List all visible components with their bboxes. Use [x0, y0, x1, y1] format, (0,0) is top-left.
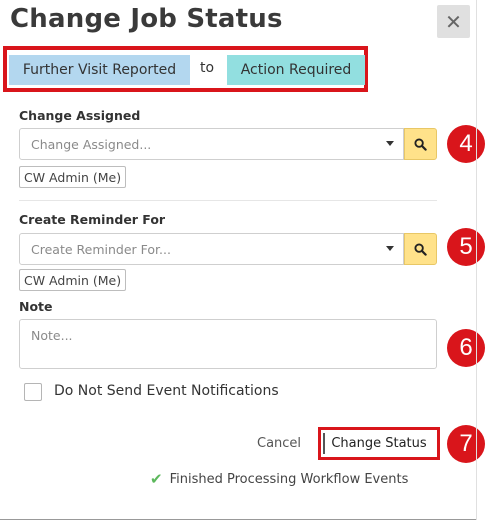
create-reminder-select[interactable]: Create Reminder For... [19, 233, 404, 265]
reminder-search-button[interactable] [404, 233, 437, 265]
caret-down-icon [386, 141, 394, 146]
change-assigned-select[interactable]: Change Assigned... [19, 128, 404, 160]
do-not-send-notifications-checkbox[interactable] [24, 383, 42, 401]
step-marker-7: 7 [447, 425, 485, 463]
workflow-status-text: Finished Processing Workflow Events [169, 471, 409, 487]
create-reminder-placeholder: Create Reminder For... [31, 241, 171, 257]
status-from-badge: Further Visit Reported [9, 55, 190, 85]
assigned-user-chip[interactable]: CW Admin (Me) [19, 166, 127, 188]
change-assigned-placeholder: Change Assigned... [31, 136, 152, 152]
step-marker-6: 6 [447, 329, 485, 367]
close-icon: ✕ [445, 9, 462, 34]
status-to-badge: Action Required [227, 55, 365, 85]
close-button[interactable]: ✕ [437, 5, 470, 38]
section-divider [19, 200, 437, 201]
dialog-bottom-edge [0, 519, 476, 520]
search-icon [414, 137, 427, 151]
dialog-right-edge [476, 0, 477, 520]
create-reminder-label: Create Reminder For [19, 212, 166, 227]
step-marker-4: 4 [447, 125, 485, 163]
note-label: Note [19, 299, 53, 314]
reminder-user-chip[interactable]: CW Admin (Me) [19, 269, 127, 291]
caret-down-icon [386, 246, 394, 251]
dialog-title: Change Job Status [10, 4, 283, 34]
assigned-search-button[interactable] [404, 128, 437, 160]
note-placeholder: Note... [31, 328, 73, 343]
step-marker-5: 5 [447, 228, 485, 266]
status-connector: to [200, 60, 215, 76]
note-textarea[interactable]: Note... [19, 319, 437, 369]
do-not-send-notifications-label[interactable]: Do Not Send Event Notifications [54, 383, 279, 399]
change-status-button[interactable]: Change Status [318, 427, 440, 460]
check-icon: ✔ [150, 470, 163, 488]
change-status-label: Change Status [331, 436, 427, 451]
cancel-button[interactable]: Cancel [257, 436, 301, 451]
search-icon [414, 242, 427, 256]
workflow-status-message: ✔ Finished Processing Workflow Events [150, 470, 408, 488]
change-assigned-label: Change Assigned [19, 108, 141, 123]
